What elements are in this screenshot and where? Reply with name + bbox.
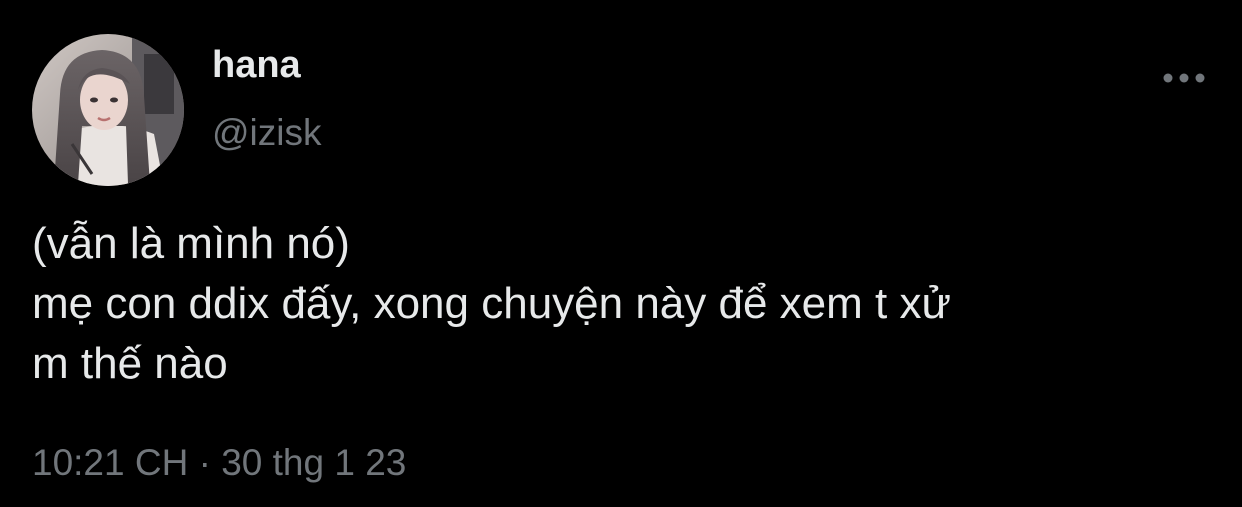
avatar[interactable] bbox=[32, 34, 184, 186]
tweet: hana @izisk (vẫn là mình nó) mẹ con ddix… bbox=[0, 0, 1242, 507]
meta-separator: · bbox=[198, 442, 211, 483]
tweet-time[interactable]: 10:21 CH bbox=[32, 442, 188, 483]
profile-photo bbox=[32, 34, 184, 186]
tweet-text-line: m thế nào bbox=[32, 339, 228, 388]
author-display-name[interactable]: hana bbox=[212, 42, 301, 88]
more-horizontal-icon bbox=[1163, 73, 1205, 83]
tweet-text: (vẫn là mình nó) mẹ con ddix đấy, xong c… bbox=[32, 214, 1222, 394]
author-handle[interactable]: @izisk bbox=[212, 110, 322, 156]
tweet-text-line: mẹ con ddix đấy, xong chuyện này để xem … bbox=[32, 279, 951, 328]
more-options-button[interactable] bbox=[1150, 56, 1218, 100]
tweet-text-line: (vẫn là mình nó) bbox=[32, 219, 350, 268]
tweet-timestamp[interactable]: 10:21 CH · 30 thg 1 23 bbox=[32, 438, 406, 488]
tweet-date[interactable]: 30 thg 1 23 bbox=[221, 442, 406, 483]
